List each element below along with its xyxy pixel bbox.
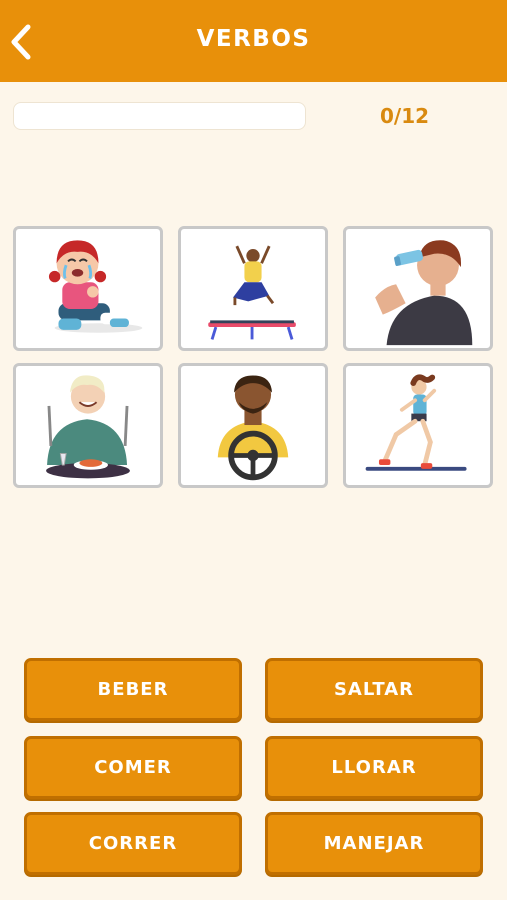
progress-bar	[13, 102, 306, 130]
image-grid	[13, 226, 495, 488]
crying-girl-illustration	[48, 240, 143, 333]
card-jumping-trampoline[interactable]	[178, 226, 328, 351]
eating-man-illustration	[46, 375, 130, 479]
card-driving-man[interactable]	[178, 363, 328, 488]
answer-button-saltar[interactable]: SALTAR	[265, 658, 483, 721]
progress-count: 0/12	[380, 104, 430, 128]
running-woman-illustration	[365, 374, 467, 471]
answer-button-llorar[interactable]: LLORAR	[265, 736, 483, 799]
driving-man-illustration	[217, 375, 289, 481]
card-drinking-man[interactable]	[343, 226, 493, 351]
card-running-woman[interactable]	[343, 363, 493, 488]
header-bar: VERBOS	[0, 0, 507, 82]
page-title: VERBOS	[196, 26, 311, 52]
card-eating-man[interactable]	[13, 363, 163, 488]
answer-button-beber[interactable]: BEBER	[24, 658, 242, 721]
card-crying-girl[interactable]	[13, 226, 163, 351]
answer-button-correr[interactable]: CORRER	[24, 812, 242, 875]
jumping-person-illustration	[208, 245, 296, 340]
drinking-man-illustration	[375, 240, 473, 346]
answer-button-manejar[interactable]: MANEJAR	[265, 812, 483, 875]
answer-button-comer[interactable]: COMER	[24, 736, 242, 799]
